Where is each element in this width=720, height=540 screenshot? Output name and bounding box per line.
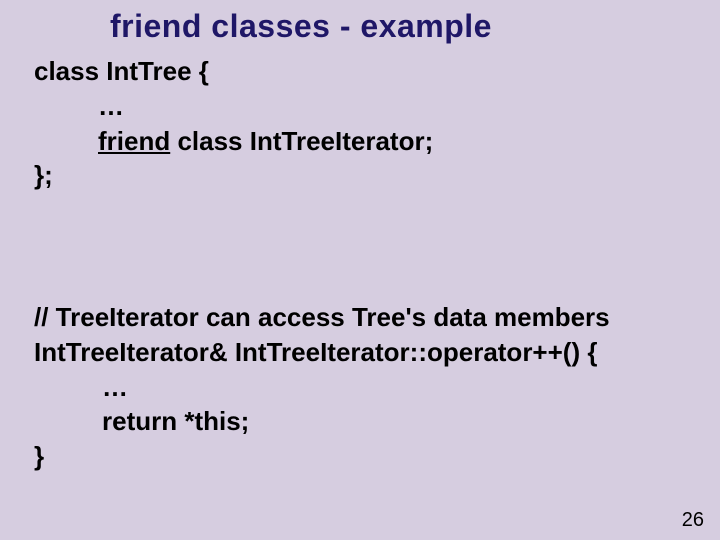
code-block-1: class IntTree { … friend class IntTreeIt…: [34, 54, 674, 193]
code-line: };: [34, 158, 674, 193]
code-line: }: [34, 439, 674, 474]
code-comment: // TreeIterator can access Tree's data m…: [34, 300, 674, 335]
code-line: IntTreeIterator& IntTreeIterator::operat…: [34, 335, 674, 370]
code-block-2: // TreeIterator can access Tree's data m…: [34, 300, 674, 474]
code-line: …: [34, 89, 674, 124]
friend-keyword: friend: [98, 126, 170, 156]
code-line: friend class IntTreeIterator;: [34, 124, 674, 159]
page-number: 26: [682, 509, 704, 532]
slide: friend classes - example class IntTree {…: [0, 0, 720, 540]
code-line: …: [34, 370, 674, 405]
code-text: class IntTreeIterator;: [170, 126, 433, 156]
code-line: class IntTree {: [34, 54, 674, 89]
slide-title: friend classes - example: [110, 8, 492, 45]
code-line: return *this;: [34, 404, 674, 439]
